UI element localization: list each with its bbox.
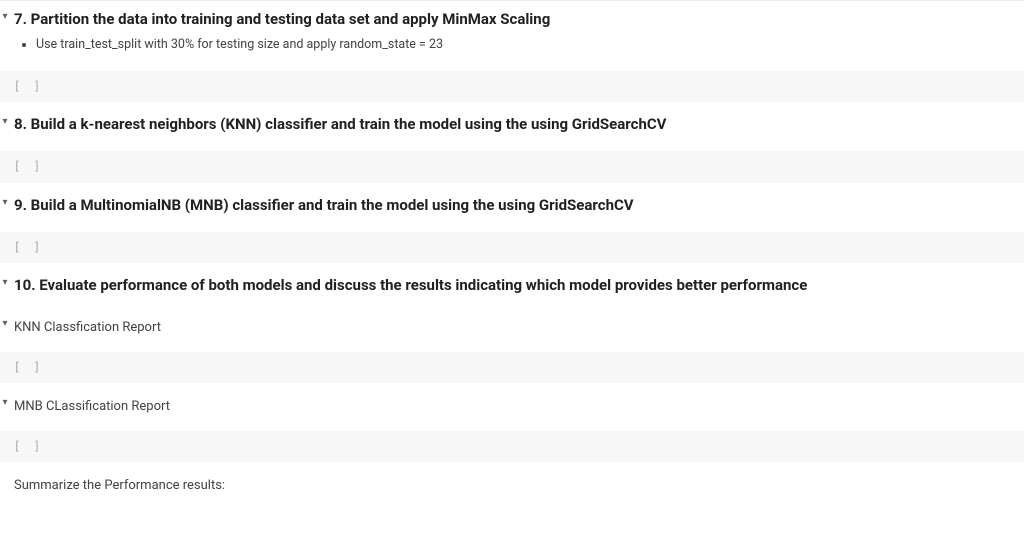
code-cell-empty[interactable]: [ ]	[0, 431, 1024, 463]
collapse-icon[interactable]: ▾	[0, 9, 10, 24]
code-prompt: [ ]	[14, 78, 43, 93]
summary-text: Summarize the Performance results:	[14, 476, 1014, 496]
code-cell-empty[interactable]: [ ]	[0, 352, 1024, 384]
code-prompt: [ ]	[14, 359, 43, 374]
markdown-cell-summary[interactable]: Summarize the Performance results:	[0, 468, 1024, 504]
markdown-cell-section-9[interactable]: ▾ 9. Build a MultinomialNB (MNB) classif…	[0, 189, 1024, 226]
list-item: Use train_test_split with 30% for testin…	[36, 36, 1014, 55]
collapse-icon[interactable]: ▾	[0, 395, 10, 410]
markdown-cell-knn-report[interactable]: ▾ KNN Classfication Report	[0, 310, 1024, 346]
collapse-icon[interactable]: ▾	[0, 195, 10, 210]
top-divider	[0, 0, 1024, 1]
markdown-cell-mnb-report[interactable]: ▾ MNB CLassification Report	[0, 389, 1024, 425]
heading-section-8: 8. Build a k-nearest neighbors (KNN) cla…	[14, 114, 1014, 135]
knn-report-text: KNN Classfication Report	[14, 318, 1014, 338]
markdown-cell-section-8[interactable]: ▾ 8. Build a k-nearest neighbors (KNN) c…	[0, 108, 1024, 145]
collapse-icon[interactable]: ▾	[0, 114, 10, 129]
markdown-cell-section-10[interactable]: ▾ 10. Evaluate performance of both model…	[0, 269, 1024, 306]
code-cell-empty[interactable]: [ ]	[0, 151, 1024, 183]
code-cell-empty[interactable]: [ ]	[0, 232, 1024, 264]
collapse-icon[interactable]: ▾	[0, 316, 10, 331]
bullet-list-section-7: Use train_test_split with 30% for testin…	[36, 36, 1014, 55]
mnb-report-text: MNB CLassification Report	[14, 397, 1014, 417]
collapse-icon[interactable]: ▾	[0, 275, 10, 290]
code-prompt: [ ]	[14, 438, 43, 453]
markdown-cell-section-7[interactable]: ▾ 7. Partition the data into training an…	[0, 3, 1024, 65]
code-prompt: [ ]	[14, 239, 43, 254]
heading-section-7: 7. Partition the data into training and …	[14, 9, 1014, 30]
code-cell-empty[interactable]: [ ]	[0, 71, 1024, 103]
heading-section-10: 10. Evaluate performance of both models …	[14, 275, 1014, 296]
code-prompt: [ ]	[14, 158, 43, 173]
heading-section-9: 9. Build a MultinomialNB (MNB) classifie…	[14, 195, 1014, 216]
